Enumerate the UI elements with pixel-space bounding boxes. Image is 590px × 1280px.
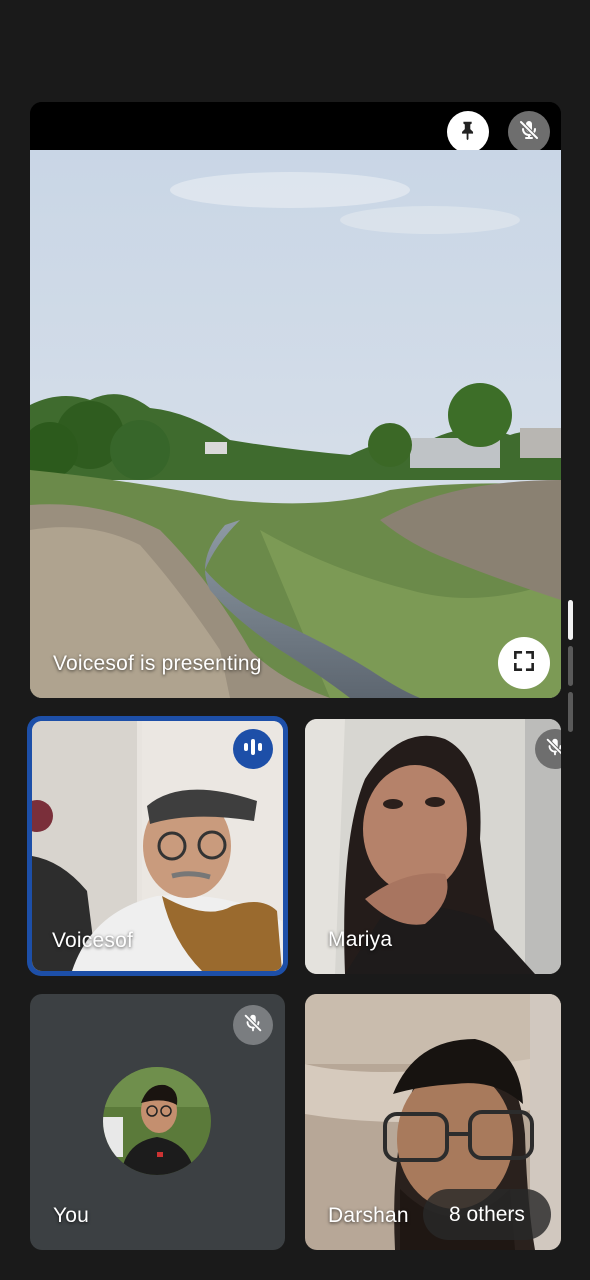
- pin-button[interactable]: [447, 111, 489, 153]
- avatar: [103, 1067, 211, 1175]
- fullscreen-icon: [511, 648, 537, 679]
- participant-name: Voicesof: [52, 929, 133, 952]
- speaking-icon: [242, 736, 264, 763]
- scrollbar-track-segment: [568, 646, 573, 686]
- mic-off-icon: [517, 118, 541, 147]
- participant-tile-mariya[interactable]: Mariya: [305, 719, 561, 974]
- fullscreen-button[interactable]: [498, 637, 550, 689]
- participant-name: Darshan: [328, 1204, 409, 1227]
- shared-river-image: [30, 150, 561, 698]
- participant-name: Mariya: [328, 928, 393, 951]
- mic-off-icon: [242, 1012, 264, 1039]
- pin-icon: [457, 119, 479, 146]
- speaking-indicator: [233, 729, 273, 769]
- scrollbar-thumb[interactable]: [568, 600, 573, 640]
- participant-tile-voicesof[interactable]: Voicesof: [27, 716, 288, 976]
- presenting-status: Voicesof is presenting: [53, 652, 262, 675]
- mic-off-icon: [544, 736, 561, 763]
- participant-name: You: [53, 1204, 90, 1227]
- participant-tile-you[interactable]: You: [30, 994, 285, 1250]
- others-button[interactable]: 8 others: [423, 1189, 551, 1240]
- presentation-tile[interactable]: Voicesof is presenting: [30, 102, 561, 698]
- scrollbar-track-segment: [568, 692, 573, 732]
- shared-screen: [30, 150, 561, 698]
- self-mic-status[interactable]: [233, 1005, 273, 1045]
- presenter-mic-status: [508, 111, 550, 153]
